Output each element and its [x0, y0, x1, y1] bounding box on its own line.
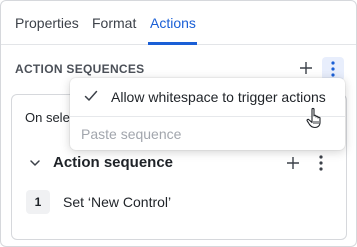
collapse-sequence-button[interactable] — [28, 156, 42, 170]
active-tab-indicator — [148, 42, 197, 45]
step-label: Set ‘New Control’ — [63, 194, 172, 210]
sequence-title: Action sequence — [53, 154, 174, 171]
plus-icon — [300, 62, 312, 74]
trigger-label: On selec — [25, 110, 77, 125]
add-step-button[interactable] — [284, 154, 302, 172]
check-icon — [84, 90, 98, 101]
kebab-icon — [319, 155, 323, 171]
tab-properties[interactable]: Properties — [15, 15, 79, 31]
menu-item-allow-whitespace[interactable]: Allow whitespace to trigger actions — [70, 78, 345, 116]
menu-item-label: Allow whitespace to trigger actions — [111, 89, 326, 105]
menu-item-paste-sequence: Paste sequence — [70, 119, 345, 150]
section-options-menu: Allow whitespace to trigger actions Past… — [70, 78, 345, 150]
add-sequence-button[interactable] — [297, 59, 315, 77]
tab-bar: Properties Format Actions — [1, 1, 356, 45]
menu-item-label: Paste sequence — [81, 126, 182, 142]
sequence-more-button[interactable] — [312, 152, 330, 174]
tab-format[interactable]: Format — [92, 15, 136, 31]
sequence-header: Action sequence — [12, 149, 346, 177]
tab-actions[interactable]: Actions — [150, 15, 196, 31]
actions-panel: Properties Format Actions ACTION SEQUENC… — [0, 0, 357, 247]
plus-icon — [287, 157, 299, 169]
sequence-step[interactable]: 1 Set ‘New Control’ — [26, 190, 336, 216]
chevron-down-icon — [30, 160, 40, 166]
section-title: ACTION SEQUENCES — [15, 62, 145, 76]
step-number-badge: 1 — [26, 190, 50, 214]
hand-pointer-cursor-icon — [306, 107, 321, 129]
menu-divider — [70, 116, 345, 117]
